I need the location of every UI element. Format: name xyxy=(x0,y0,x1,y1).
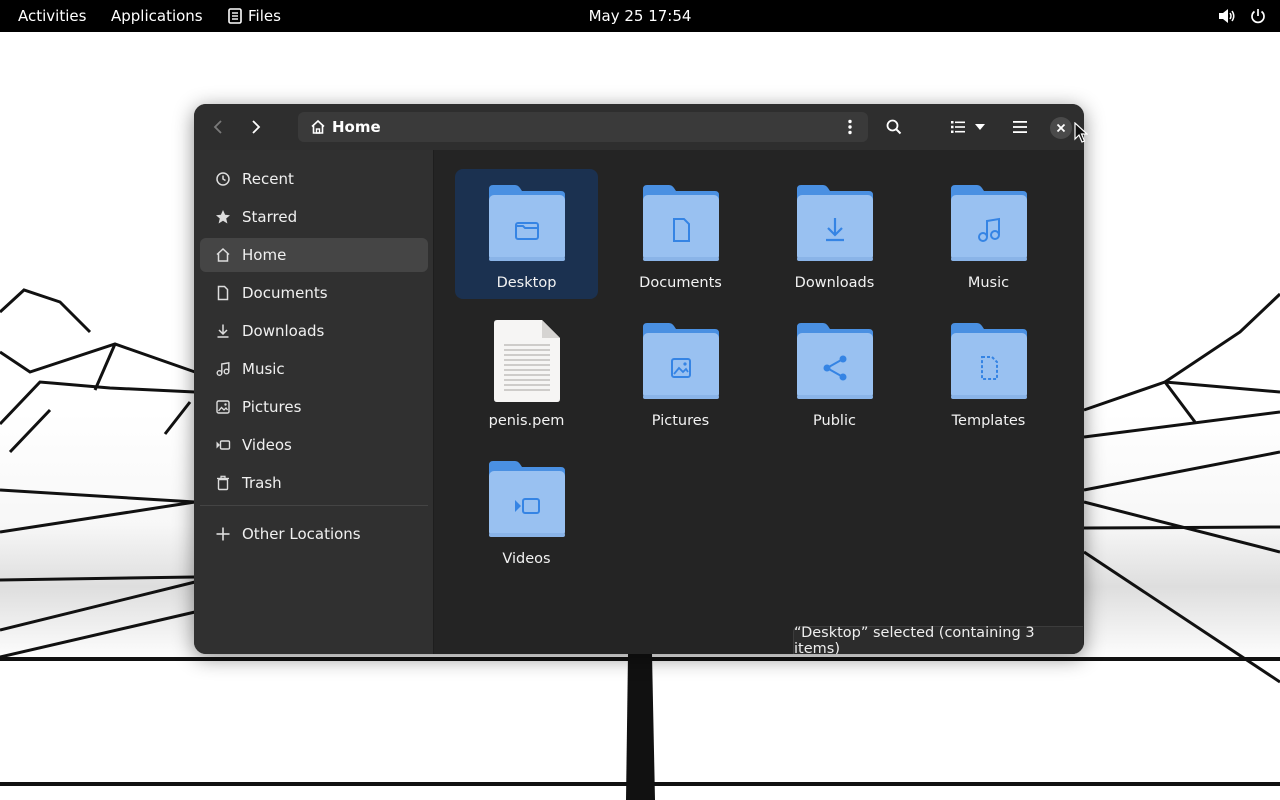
file-label: Pictures xyxy=(651,413,710,429)
path-menu-button[interactable] xyxy=(840,112,860,142)
volume-icon[interactable] xyxy=(1218,8,1236,24)
video-icon xyxy=(214,436,232,454)
file-item-videos[interactable]: Videos xyxy=(455,445,598,575)
clock-label[interactable]: May 25 17:54 xyxy=(589,0,692,32)
sidebar-item-label: Recent xyxy=(242,170,294,188)
sidebar-item-downloads[interactable]: Downloads xyxy=(200,314,428,348)
file-label: Videos xyxy=(502,551,551,567)
file-label: Music xyxy=(967,275,1010,291)
file-item-downloads[interactable]: Downloads xyxy=(763,169,906,299)
close-icon xyxy=(1056,123,1066,133)
file-label: Templates xyxy=(951,413,1026,429)
file-item-music[interactable]: Music xyxy=(917,169,1060,299)
file-label: Documents xyxy=(639,275,722,291)
sidebar-item-starred[interactable]: Starred xyxy=(200,200,428,234)
chevron-left-icon xyxy=(213,120,222,134)
folder-icon xyxy=(488,185,565,261)
app-menu-files[interactable]: Files xyxy=(228,0,281,32)
status-floating-bar: “Desktop” selected (containing 3 items) xyxy=(793,624,1083,655)
list-view-icon xyxy=(951,121,965,133)
star-icon xyxy=(214,208,232,226)
sidebar-item-label: Documents xyxy=(242,284,328,302)
file-label: Public xyxy=(813,413,856,429)
sidebar-separator xyxy=(200,505,428,506)
video-folder-icon xyxy=(488,461,565,537)
text-file-icon xyxy=(493,320,560,402)
music-icon xyxy=(214,360,232,378)
file-label: Downloads xyxy=(794,275,875,291)
sidebar-item-label: Pictures xyxy=(242,398,302,416)
back-button[interactable] xyxy=(202,112,234,142)
header-bar: Home xyxy=(194,104,1084,150)
forward-button[interactable] xyxy=(240,112,272,142)
files-window: Home Recent Starred Home Documents Downl… xyxy=(194,104,1084,654)
music-folder-icon xyxy=(950,185,1027,261)
home-icon xyxy=(311,119,325,134)
download-folder-icon xyxy=(796,185,873,261)
path-bar[interactable]: Home xyxy=(298,112,868,142)
picture-icon xyxy=(214,398,232,416)
file-item-pictures[interactable]: Pictures xyxy=(609,307,752,437)
trash-icon xyxy=(214,474,232,492)
sidebar-item-home[interactable]: Home xyxy=(200,238,428,272)
sidebar-item-documents[interactable]: Documents xyxy=(200,276,428,310)
document-folder-icon xyxy=(642,185,719,261)
file-label: Desktop xyxy=(496,275,557,291)
picture-folder-icon xyxy=(642,323,719,399)
sidebar-item-label: Starred xyxy=(242,208,298,226)
template-folder-icon xyxy=(950,323,1027,399)
vertical-dots-icon xyxy=(848,119,852,135)
sidebar-item-label: Trash xyxy=(242,474,282,492)
sidebar-item-music[interactable]: Music xyxy=(200,352,428,386)
sidebar-item-label: Home xyxy=(242,246,287,264)
main-menu-button[interactable] xyxy=(1004,112,1036,142)
sidebar-item-label: Downloads xyxy=(242,322,325,340)
file-label: penis.pem xyxy=(488,413,565,429)
home-icon xyxy=(214,246,232,264)
clock-icon xyxy=(214,170,232,188)
sidebar-item-label: Videos xyxy=(242,436,292,454)
sidebar-item-videos[interactable]: Videos xyxy=(200,428,428,462)
file-item-penis-pem[interactable]: penis.pem xyxy=(455,307,598,437)
sidebar-item-trash[interactable]: Trash xyxy=(200,466,428,500)
file-grid: Desktop Documents Downloads Music penis.… xyxy=(435,150,1084,654)
close-window-button[interactable] xyxy=(1050,117,1072,139)
file-item-documents[interactable]: Documents xyxy=(609,169,752,299)
caret-down-icon xyxy=(975,124,985,130)
activities-button[interactable]: Activities xyxy=(18,0,86,32)
sidebar-item-pictures[interactable]: Pictures xyxy=(200,390,428,424)
activities-label: Activities xyxy=(18,7,87,25)
applications-menu[interactable]: Applications xyxy=(111,0,203,32)
hamburger-menu-icon xyxy=(1013,121,1027,133)
file-item-templates[interactable]: Templates xyxy=(917,307,1060,437)
sidebar: Recent Starred Home Documents Downloads xyxy=(194,150,434,654)
path-label: Home xyxy=(332,118,381,136)
applications-label: Applications xyxy=(111,7,203,25)
system-tray[interactable] xyxy=(1218,0,1266,32)
sidebar-item-recent[interactable]: Recent xyxy=(200,162,428,196)
files-app-icon xyxy=(228,8,242,24)
power-icon[interactable] xyxy=(1250,8,1266,24)
sidebar-item-other-locations[interactable]: Other Locations xyxy=(200,517,428,551)
plus-icon xyxy=(214,525,232,543)
chevron-right-icon xyxy=(252,120,261,134)
sidebar-item-label: Other Locations xyxy=(242,525,361,543)
view-options-button[interactable] xyxy=(970,112,990,142)
search-button[interactable] xyxy=(878,112,910,142)
document-icon xyxy=(214,284,232,302)
status-text: “Desktop” selected (containing 3 items) xyxy=(794,624,1035,655)
top-bar: Activities Applications Files May 25 17:… xyxy=(0,0,1280,32)
download-icon xyxy=(214,322,232,340)
file-item-public[interactable]: Public xyxy=(763,307,906,437)
mouse-cursor-icon xyxy=(1074,122,1088,143)
sidebar-item-label: Music xyxy=(242,360,285,378)
app-name-label: Files xyxy=(248,7,281,25)
search-icon xyxy=(886,119,902,135)
file-item-desktop[interactable]: Desktop xyxy=(455,169,598,299)
share-folder-icon xyxy=(796,323,873,399)
